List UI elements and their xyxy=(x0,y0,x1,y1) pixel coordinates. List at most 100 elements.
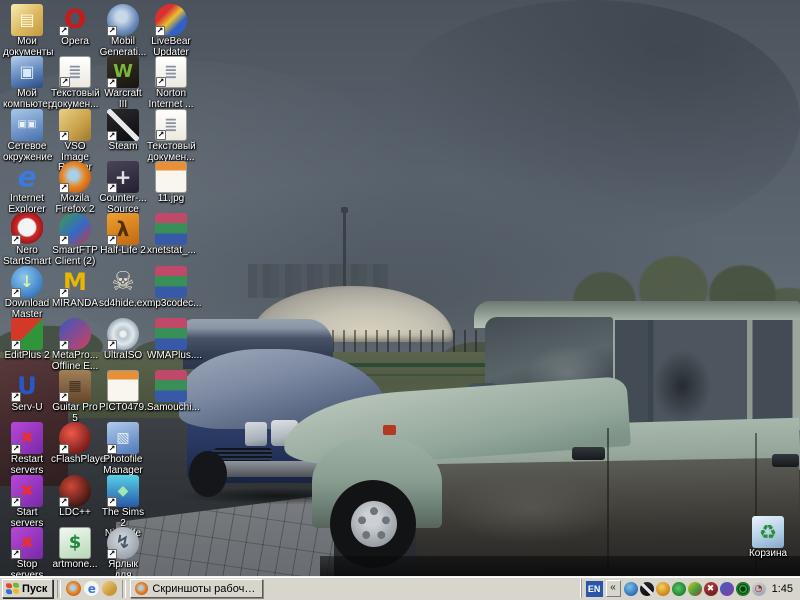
counter-strike-source-icon: + xyxy=(107,161,139,193)
desktop-icon-steam[interactable]: Steam xyxy=(99,109,147,153)
taskbar-clock[interactable]: 1:45 xyxy=(772,583,793,595)
icon-label: xnetstat_... xyxy=(147,246,195,257)
desktop-icon-photofile-manager[interactable]: ▧Photofile Manager xyxy=(99,422,147,476)
desktop-icon-pict0479[interactable]: PICT0479... xyxy=(99,370,147,414)
desktop-icon-half-life-2[interactable]: λHalf-Life 2 xyxy=(99,213,147,257)
task-button-screenshots[interactable]: Скриншоты рабочих ст... xyxy=(130,579,263,598)
start-button[interactable]: Пуск xyxy=(2,579,53,598)
desktop-icon-text-document-1[interactable]: ≣Текстовый докумен... xyxy=(51,56,99,110)
wmaplus-rar-icon xyxy=(155,318,187,350)
tray-orange-globe-icon[interactable] xyxy=(656,582,670,596)
icon-label: Start servers xyxy=(3,508,51,529)
norton-internet-icon: ≣ xyxy=(155,56,187,88)
desktop-icon-recycle-bin[interactable]: ♻Корзина xyxy=(744,516,792,560)
desktop-icon-stop-servers[interactable]: ✖Stop servers xyxy=(3,527,51,581)
smartftp-client-icon xyxy=(59,213,91,245)
guitar-pro-5-icon: ▦ xyxy=(59,370,91,402)
desktop-icon-start-servers[interactable]: ✖Start servers xyxy=(3,475,51,529)
desktop-icon-mp3codec-rar[interactable]: mp3codec... xyxy=(147,266,195,310)
ldc-plus-plus-icon xyxy=(59,475,91,507)
desktop-icon-serv-u[interactable]: UServ-U xyxy=(3,370,51,414)
tray-multicolor-icon[interactable] xyxy=(688,582,702,596)
tray-windows-icon[interactable] xyxy=(720,582,734,596)
miranda-icon: M xyxy=(59,266,91,298)
icon-label: Guitar Pro 5 xyxy=(51,403,99,424)
desktop-icon-guitar-pro-5[interactable]: ▦Guitar Pro 5 xyxy=(51,370,99,424)
tray-red-x-icon[interactable]: ✖ xyxy=(704,582,718,596)
cflashplayer-icon xyxy=(59,422,91,454)
desktop-icon-counter-strike-source[interactable]: +Counter-... Source xyxy=(99,161,147,215)
icon-label: Steam xyxy=(99,142,147,153)
tray-globe-icon[interactable] xyxy=(624,582,638,596)
desktop-icon-mobil-generation[interactable]: Mobil Generati... xyxy=(99,4,147,58)
icon-label: Мои документы xyxy=(3,37,51,58)
text-document-2-icon: ≣ xyxy=(155,109,187,141)
language-indicator[interactable]: EN xyxy=(586,581,603,597)
mozila-firefox-2-icon xyxy=(59,161,91,193)
desktop-icon-my-computer[interactable]: ▣Мой компьютер xyxy=(3,56,51,110)
icon-label: sd4hide.exe xyxy=(99,299,147,310)
tray-scheduler-icon[interactable]: ◔ xyxy=(752,582,766,596)
half-life-2-icon: λ xyxy=(107,213,139,245)
desktop-icon-samouchitel-rar[interactable]: Samouchi... xyxy=(147,370,195,414)
desktop-icon-grid: ▤Мои документы▣Мой компьютер▣▣Сетевое ок… xyxy=(0,0,800,577)
tray-clover-icon[interactable] xyxy=(672,582,686,596)
tray-steam-icon[interactable] xyxy=(640,582,654,596)
start-servers-icon: ✖ xyxy=(11,475,43,507)
desktop-icon-internet-explorer[interactable]: eInternet Explorer xyxy=(3,161,51,215)
my-documents-icon: ▤ xyxy=(11,4,43,36)
desktop-icon-sd4hide-exe[interactable]: ☠sd4hide.exe xyxy=(99,266,147,310)
desktop-icon-miranda[interactable]: MMIRANDA xyxy=(51,266,99,310)
tray-green-ring-icon[interactable] xyxy=(736,582,750,596)
desktop-icon-opera[interactable]: OOpera xyxy=(51,4,99,48)
desktop-icon-ultraiso[interactable]: UltraISO xyxy=(99,318,147,362)
vso-image-resizer-icon xyxy=(59,109,91,141)
desktop-icon-nero-startsmart[interactable]: Nero StartSmart xyxy=(3,213,51,267)
opera-icon: O xyxy=(59,4,91,36)
quick-launch-bar: e xyxy=(66,581,117,596)
desktop-icon-mozila-firefox-2[interactable]: Mozila Firefox 2 xyxy=(51,161,99,215)
icon-label: Корзина xyxy=(744,549,792,560)
desktop-icon-warcraft-iii[interactable]: WWarcraft III xyxy=(99,56,147,110)
artmoney-icon: $ xyxy=(59,527,91,559)
desktop-icon-livebear-updater[interactable]: LiveBear Updater xyxy=(147,4,195,58)
icon-label: SmartFTP Client (2) xyxy=(51,246,99,267)
desktop-icon-editplus-2[interactable]: EditPlus 2 xyxy=(3,318,51,362)
download-master-icon: ↓ xyxy=(11,266,43,298)
desktop-icon-wmaplus-rar[interactable]: WMAPlus.... xyxy=(147,318,195,362)
desktop-icon-xnetstat-rar[interactable]: xnetstat_... xyxy=(147,213,195,257)
photofile-manager-icon: ▧ xyxy=(107,422,139,454)
desktop-icon-cflashplayer[interactable]: cFlashPlayer xyxy=(51,422,99,466)
quicklaunch-shell-icon[interactable] xyxy=(102,581,117,596)
icon-label: Мой компьютер xyxy=(3,89,51,110)
desktop-icon-norton-internet[interactable]: ≣Norton Internet ... xyxy=(147,56,195,110)
desktop-icon-smartftp-client[interactable]: SmartFTP Client (2) xyxy=(51,213,99,267)
editplus-2-icon xyxy=(11,318,43,350)
desktop-icon-network-places[interactable]: ▣▣Сетевое окружение xyxy=(3,109,51,163)
icon-label: Nero StartSmart xyxy=(3,246,51,267)
system-tray: EN « ✖◔ 1:45 xyxy=(581,579,800,598)
icon-label: Текстовый докумен... xyxy=(51,89,99,110)
desktop-icon-text-document-2[interactable]: ≣Текстовый докумен... xyxy=(147,109,195,163)
icon-label: Restart servers xyxy=(3,455,51,476)
steam-icon xyxy=(107,109,139,141)
desktop-icon-jpg-11[interactable]: 11.jpg xyxy=(147,161,195,205)
desktop-icon-ldc-plus-plus[interactable]: LDC++ xyxy=(51,475,99,519)
quicklaunch-internet-explorer-icon[interactable]: e xyxy=(84,581,99,596)
quicklaunch-firefox-icon[interactable] xyxy=(66,581,81,596)
mobil-generation-icon xyxy=(107,4,139,36)
desktop-icon-my-documents[interactable]: ▤Мои документы xyxy=(3,4,51,58)
icon-label: EditPlus 2 xyxy=(3,351,51,362)
desktop-icon-download-master[interactable]: ↓Download Master xyxy=(3,266,51,320)
desktop-icon-restart-servers[interactable]: ✖Restart servers xyxy=(3,422,51,476)
desktop-icon-metapro-offline[interactable]: MetaPro... Offline E... xyxy=(51,318,99,372)
tray-icons: ✖◔ xyxy=(624,582,766,596)
tray-chevron-button[interactable]: « xyxy=(606,580,621,597)
windows-flag-icon xyxy=(6,582,19,595)
restart-servers-icon: ✖ xyxy=(11,422,43,454)
network-places-icon: ▣▣ xyxy=(11,109,43,141)
my-computer-icon: ▣ xyxy=(11,56,43,88)
icon-label: PICT0479... xyxy=(99,403,147,414)
desktop-icon-artmoney[interactable]: $artmone... xyxy=(51,527,99,571)
livebear-updater-icon xyxy=(155,4,187,36)
